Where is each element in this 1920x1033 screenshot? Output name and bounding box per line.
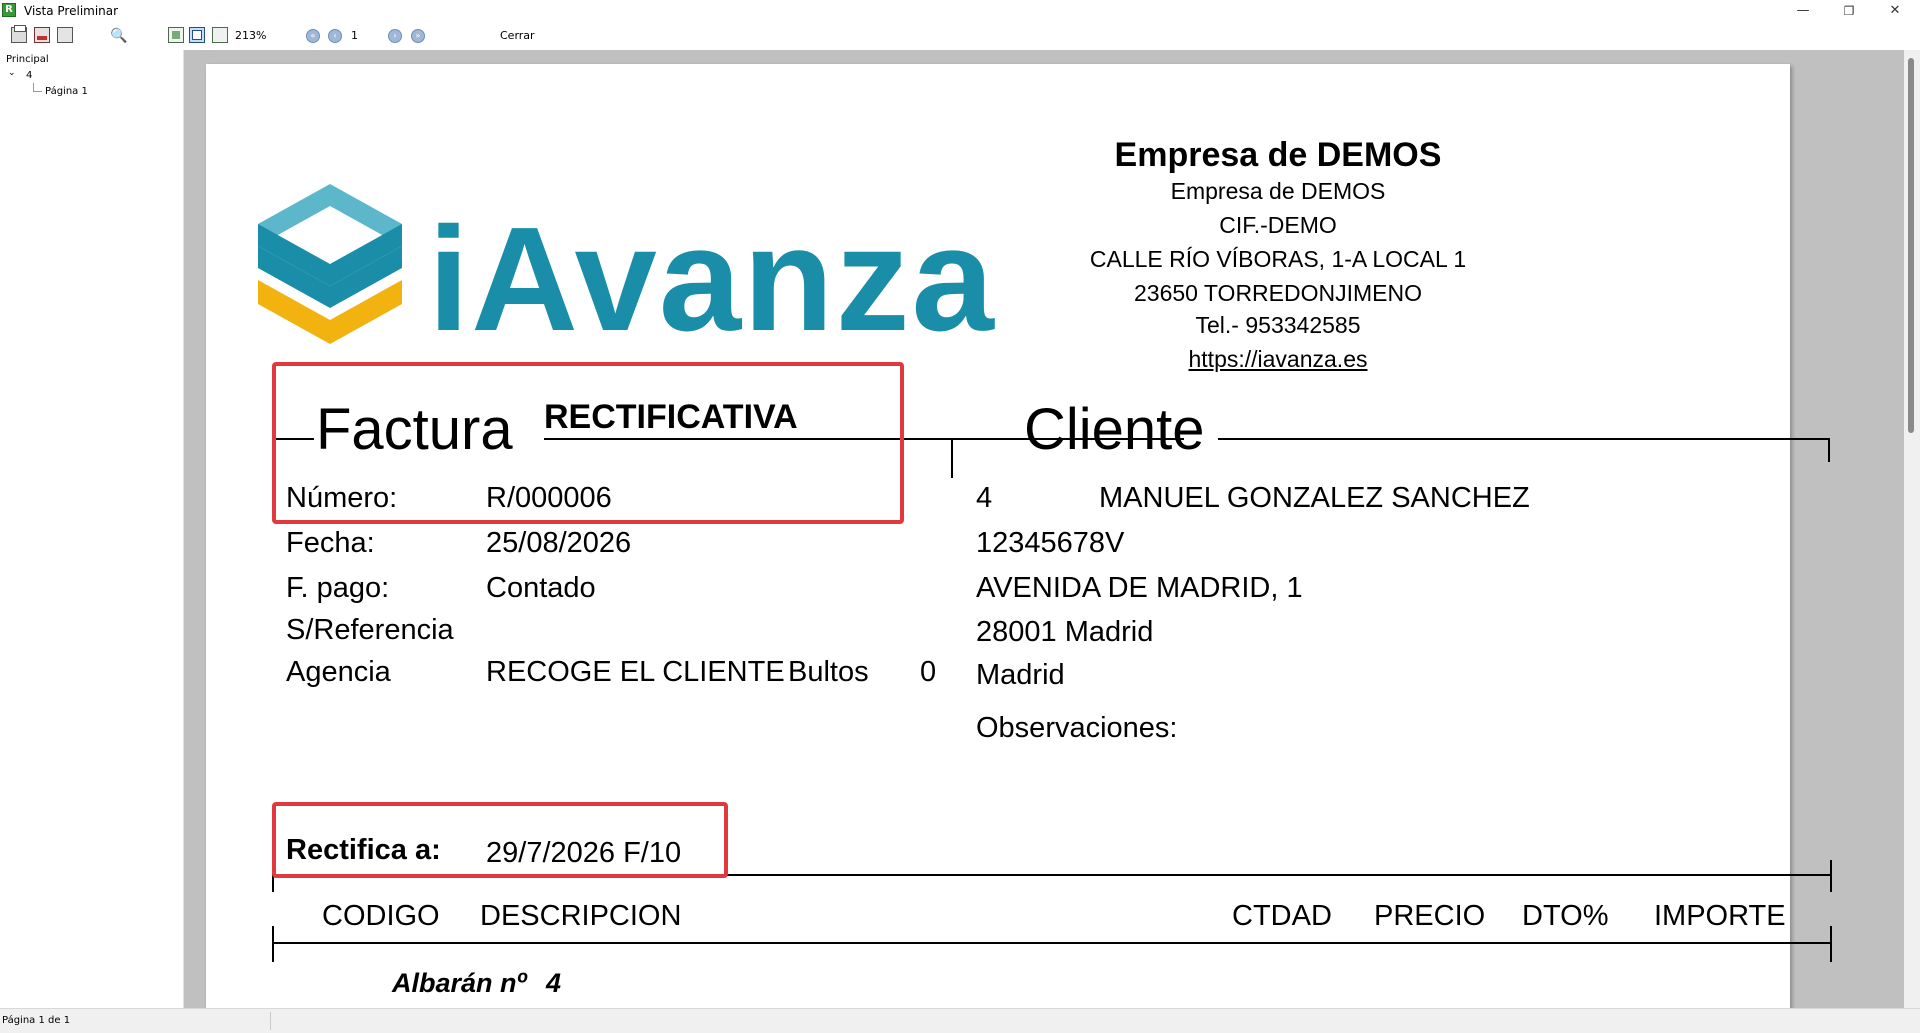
preview-area[interactable]: iAvanza Empresa de DEMOS Empresa de DEMO… [184,50,1920,1008]
client-name: MANUEL GONZALEZ SANCHEZ [1099,482,1530,514]
bultos-value: 0 [920,656,937,688]
vertical-scrollbar[interactable] [1904,50,1920,1008]
next-page-icon[interactable]: › [388,29,402,43]
logo-text: iAvanza [428,197,996,362]
table-header-rule [272,942,1832,944]
last-page-icon[interactable]: » [411,29,425,43]
albaran-label: Albarán nº [392,968,527,998]
chevron-down-icon[interactable]: ⌄ [8,68,16,78]
page-width-icon[interactable] [168,27,184,43]
invoice-highlight-box [272,362,904,524]
document-page: iAvanza Empresa de DEMOS Empresa de DEMO… [206,64,1832,1008]
col-codigo: CODIGO [322,900,440,932]
export-pdf-icon[interactable] [34,27,50,43]
status-bar: Página 1 de 1 [0,1008,1920,1033]
close-window-button[interactable]: ✕ [1872,0,1918,22]
company-phone: Tel.- 953342585 [1195,312,1361,338]
cliente-rule-right [1218,438,1830,440]
pago-value: Contado [486,572,596,604]
agencia-value: RECOGE EL CLIENTE [486,656,785,688]
fecha-value: 25/08/2026 [486,527,632,559]
bultos-label: Bultos [788,656,869,688]
table-right-tick [1830,860,1832,892]
col-precio: PRECIO [1374,900,1486,932]
company-cif: CIF.-DEMO [1219,212,1337,238]
company-address: CALLE RÍO VÍBORAS, 1-A LOCAL 1 [1089,246,1467,272]
print-icon[interactable] [11,25,27,43]
scrollbar-thumb[interactable] [1908,58,1914,433]
close-button[interactable]: Cerrar [500,29,535,42]
client-code: 4 [976,482,993,514]
col-ctdad: CTDAD [1232,900,1332,932]
col-dto: DTO% [1522,900,1609,932]
client-province: Madrid [976,659,1065,691]
first-page-icon[interactable]: « [306,29,320,43]
cliente-rule-end [1828,438,1830,462]
header-divider [951,438,953,478]
cliente-rule-left [952,438,1006,440]
title-bar: R Vista Preliminar — ❐ ✕ [0,0,1920,22]
app-icon: R [2,3,16,17]
company-city: 23650 TORREDONJIMENO [1133,280,1423,306]
rectifica-highlight-box [272,802,728,878]
agencia-label: Agencia [286,656,391,688]
print-setup-icon[interactable] [57,27,73,43]
company-name: Empresa de DEMOS [1170,178,1386,204]
albaran-number: 4 [546,968,562,998]
observaciones-label: Observaciones: [976,712,1178,744]
page-number-input[interactable] [349,26,387,44]
restore-button[interactable]: ❐ [1826,0,1872,22]
sref-label: S/Referencia [286,614,454,646]
toolbar: 🔍 [0,22,1920,48]
minimize-button[interactable]: — [1780,0,1826,22]
outline-tree: Principal ⌄ 4 Página 1 [0,50,184,1008]
client-nif: 12345678V [976,527,1125,559]
status-separator [270,1012,271,1030]
col-importe: IMPORTE [1654,900,1786,932]
previous-page-icon[interactable]: ‹ [328,29,342,43]
whole-page-icon[interactable] [189,27,205,43]
tree-page-item[interactable]: Página 1 [45,86,88,97]
pago-label: F. pago: [286,572,390,604]
client-city: 28001 Madrid [976,616,1154,648]
tree-node[interactable]: 4 [26,70,32,81]
two-pages-icon[interactable] [212,27,228,43]
status-page-count: Página 1 de 1 [2,1015,71,1026]
window-title: Vista Preliminar [24,4,119,18]
tree-root[interactable]: Principal [6,54,49,65]
fecha-label: Fecha: [286,527,375,559]
zoom-level[interactable]: 213% [235,29,266,42]
tree-connector [33,83,42,92]
col-descripcion: DESCRIPCION [480,900,682,932]
company-name-bold: Empresa de DEMOS [1114,136,1442,174]
table-left-tick-2 [272,926,274,962]
find-icon[interactable]: 🔍 [110,27,128,43]
company-web-link[interactable]: https://iavanza.es [1036,346,1520,373]
client-address: AVENIDA DE MADRID, 1 [976,572,1303,604]
client-heading: Cliente [1024,397,1205,462]
table-right-tick-2 [1830,926,1832,962]
logo-icon [258,184,402,344]
